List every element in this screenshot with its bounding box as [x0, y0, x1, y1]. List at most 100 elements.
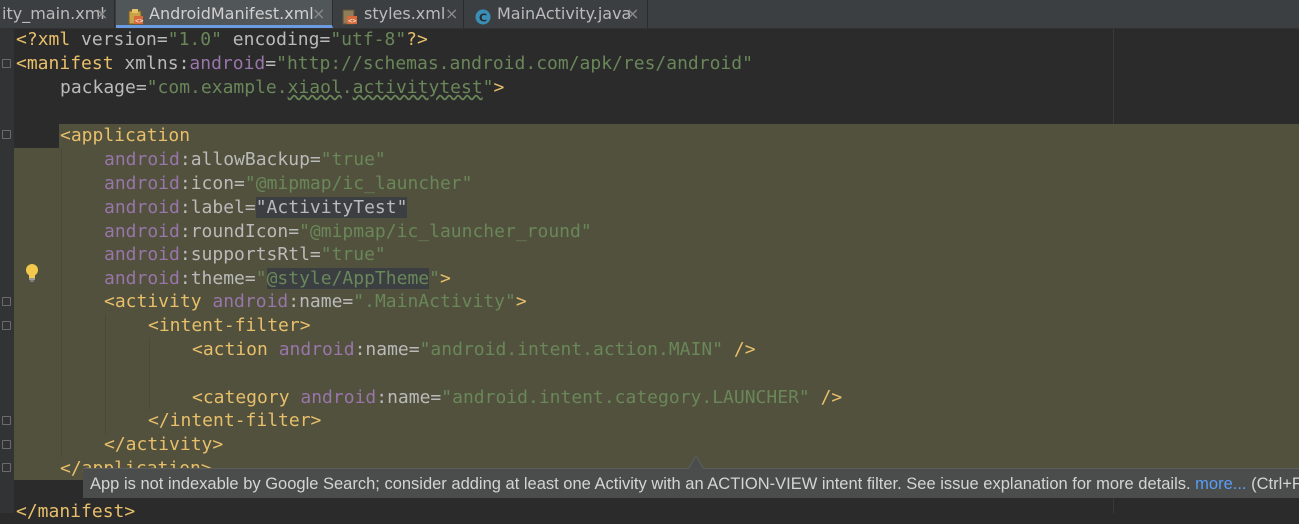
tooltip-more-link[interactable]: more... [1195, 475, 1246, 493]
namespace-android: android [104, 173, 180, 194]
attr-supports-rtl: :supportsRtl= [179, 244, 321, 265]
value-package-part: . [341, 77, 353, 98]
value-version: "1.0" [167, 29, 222, 50]
tab-label: ity_main.xml [2, 4, 105, 23]
svg-text:<>: <> [135, 17, 143, 25]
code-line-2[interactable]: <manifest xmlns:android="http://schemas.… [16, 52, 753, 76]
tab-label: AndroidManifest.xml [149, 4, 314, 23]
indent-guide [61, 148, 62, 458]
code-line-3[interactable]: package="com.example.xiaol.activitytest"… [60, 76, 504, 100]
fold-marker-icon[interactable] [2, 463, 11, 472]
namespace-android: android [104, 268, 180, 289]
value-true: "true" [320, 149, 386, 170]
code-line-17[interactable]: </intent-filter> [148, 409, 321, 433]
tag-intent-filter-open: <intent-filter> [148, 315, 311, 336]
value-quote: " [429, 268, 440, 289]
value-action-main: "android.intent.action.MAIN" [419, 339, 724, 360]
attr-icon: :icon= [179, 173, 245, 194]
namespace-android: android [104, 149, 180, 170]
fold-marker-icon[interactable] [2, 59, 11, 68]
value-theme: @style/AppTheme [266, 268, 430, 289]
tab-close-icon[interactable]: × [95, 0, 108, 28]
fold-marker-icon[interactable] [2, 321, 11, 330]
tooltip-shortcut: (Ctrl+F1) [1251, 475, 1299, 493]
tag-open-bracket: < [16, 53, 27, 74]
tab-styles-xml[interactable]: <> styles.xml × [334, 0, 464, 28]
lightbulb-icon[interactable] [24, 263, 40, 283]
value-icon: "@mipmap/ic_launcher" [244, 173, 473, 194]
tab-android-manifest-xml[interactable]: <> AndroidManifest.xml × [116, 0, 333, 28]
value-encoding: "utf-8" [330, 29, 407, 50]
namespace-android: android [267, 339, 355, 360]
namespace-android: android [104, 244, 180, 265]
tag-manifest-close: </manifest> [16, 501, 136, 522]
attr-xmlns: xmlns: [113, 53, 190, 74]
value-activity-name: ".MainActivity" [353, 291, 516, 312]
java-class-icon: C [475, 6, 491, 25]
fold-marker-icon[interactable] [2, 297, 11, 306]
namespace-android: android [189, 53, 266, 74]
attr-package: package= [60, 77, 147, 98]
tag-close: > [493, 77, 505, 98]
lint-warning-tooltip: App is not indexable by Google Search; c… [83, 468, 1299, 498]
tag-activity: <activity [104, 291, 202, 312]
tab-main-activity-java[interactable]: C MainActivity.java × [465, 0, 648, 28]
value-quote: " [482, 77, 494, 98]
tag-self-close: /> [723, 339, 756, 360]
code-line-1[interactable]: <?xml version="1.0" encoding="utf-8"?> [16, 28, 428, 52]
fold-marker-icon[interactable] [2, 440, 11, 449]
code-line-12[interactable]: <activity android:name=".MainActivity"> [104, 290, 527, 314]
code-line-13[interactable]: <intent-filter> [148, 314, 311, 338]
value-quote: " [146, 77, 158, 98]
tab-label: MainActivity.java [497, 4, 632, 23]
tag-action: <action [192, 339, 268, 360]
value-package-part: xiaol [287, 77, 342, 98]
value-quote: " [255, 268, 267, 289]
tag-close: > [515, 291, 527, 312]
tab-label: styles.xml [364, 4, 446, 23]
tab-close-icon[interactable]: × [445, 0, 458, 28]
tag-manifest: manifest [26, 53, 114, 74]
tag-activity-close: </activity> [104, 434, 224, 455]
value-category-launcher: "android.intent.category.LAUNCHER" [441, 387, 810, 408]
tab-close-icon[interactable]: × [626, 0, 639, 28]
tooltip-message: App is not indexable by Google Search; c… [90, 475, 1196, 493]
tag-close: > [439, 268, 451, 289]
attr-label: :label= [179, 197, 256, 218]
tag-self-close: /> [809, 387, 843, 408]
xml-decl-close: ?> [406, 29, 428, 50]
value-package-part: activitytest [352, 77, 483, 98]
android-manifest-icon: <> [128, 6, 144, 25]
equals-sign: = [265, 53, 277, 74]
tab-close-icon[interactable]: × [312, 0, 325, 28]
editor-tab-bar: ity_main.xml × <> AndroidManifest.xml × … [0, 0, 1299, 29]
code-line-14[interactable]: <action android:name="android.intent.act… [192, 338, 756, 362]
code-line-7[interactable]: android:icon="@mipmap/ic_launcher" [104, 172, 472, 196]
svg-text:<>: <> [348, 17, 356, 25]
highlight-region-top [59, 124, 1299, 148]
code-line-20[interactable]: </manifest> [16, 500, 135, 524]
attr-name: :name= [288, 291, 354, 312]
value-package-part: com.example. [157, 77, 288, 98]
namespace-android: android [201, 291, 289, 312]
tab-activity-main-xml[interactable]: ity_main.xml × [0, 0, 115, 28]
code-line-18[interactable]: </activity> [104, 433, 223, 457]
code-line-10[interactable]: android:supportsRtl="true" [104, 243, 386, 267]
attr-version: version= [70, 29, 168, 50]
fold-marker-icon[interactable] [2, 416, 11, 425]
namespace-android: android [104, 221, 180, 242]
attr-encoding: encoding= [221, 29, 331, 50]
code-line-11[interactable]: android:theme="@style/AppTheme"> [104, 267, 451, 291]
code-line-8[interactable]: android:label="ActivityTest" [104, 196, 408, 220]
code-line-6[interactable]: android:allowBackup="true" [104, 148, 386, 172]
xml-decl-open: <? [16, 29, 38, 50]
fold-marker-icon[interactable] [2, 130, 11, 139]
tooltip-arrow-fill [689, 457, 703, 469]
attr-round-icon: :roundIcon= [179, 221, 300, 242]
code-line-5[interactable]: <application [60, 124, 190, 148]
attr-name: :name= [376, 387, 442, 408]
value-round-icon: "@mipmap/ic_launcher_round" [299, 221, 592, 242]
code-line-9[interactable]: android:roundIcon="@mipmap/ic_launcher_r… [104, 220, 592, 244]
code-line-16[interactable]: <category android:name="android.intent.c… [192, 386, 842, 410]
xml-file-icon: <> [342, 6, 358, 25]
